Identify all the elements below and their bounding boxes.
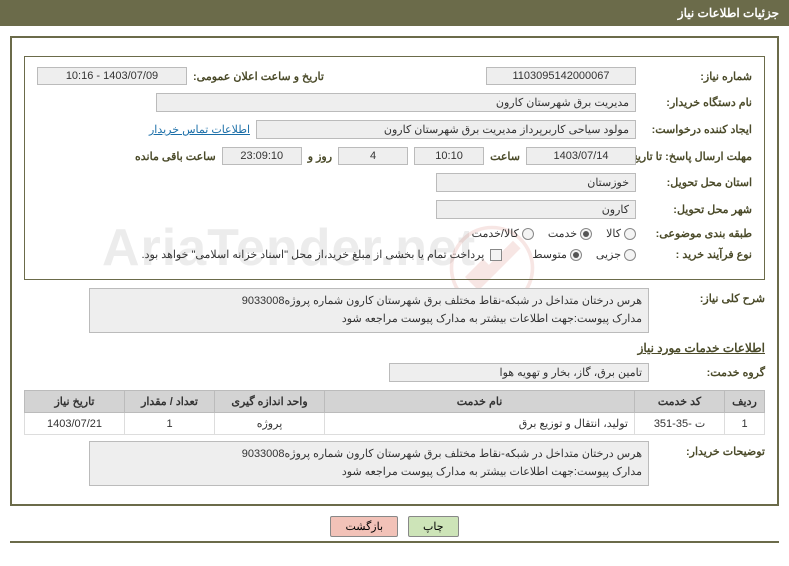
purchase-type-radio-group: جزیی متوسط <box>532 248 636 261</box>
deadline-days-label: روز و <box>308 150 332 163</box>
th-date: تاریخ نیاز <box>25 391 125 413</box>
purchase-type-label: نوع فرآیند خرید : <box>642 248 752 261</box>
buyer-org-label: نام دستگاه خریدار: <box>642 96 752 109</box>
buyer-notes-label: توضیحات خریدار: <box>655 441 765 458</box>
service-group-label: گروه خدمت: <box>655 366 765 379</box>
announce-date-label: تاریخ و ساعت اعلان عمومی: <box>193 70 324 83</box>
purchase-option-medium[interactable]: متوسط <box>532 248 582 261</box>
th-unit: واحد اندازه گیری <box>215 391 325 413</box>
th-name: نام خدمت <box>325 391 635 413</box>
page-title: جزئیات اطلاعات نیاز <box>0 0 789 26</box>
category-option-goods[interactable]: کالا <box>606 227 636 240</box>
treasury-note: پرداخت تمام یا بخشی از مبلغ خرید،از محل … <box>142 248 485 261</box>
deadline-days: 4 <box>338 147 408 165</box>
service-info-heading: اطلاعات خدمات مورد نیاز <box>24 341 765 355</box>
radio-icon <box>624 249 636 261</box>
category-option-both[interactable]: کالا/خدمت <box>472 227 534 240</box>
radio-icon <box>624 228 636 240</box>
description-label: شرح کلی نیاز: <box>655 288 765 305</box>
action-buttons: چاپ بازگشت <box>0 516 789 537</box>
table-row: 1 ت -35-351 تولید، انتقال و توزیع برق پر… <box>25 413 765 435</box>
print-button[interactable]: چاپ <box>408 516 459 537</box>
deadline-hours: 23:09:10 <box>222 147 302 165</box>
buyer-notes-value: هرس درختان متداخل در شبکه-نقاط مختلف برق… <box>89 441 649 486</box>
cell-qty: 1 <box>125 413 215 435</box>
cell-unit: پروژه <box>215 413 325 435</box>
category-option-label: خدمت <box>548 227 577 240</box>
service-group-value: تامین برق، گاز، بخار و تهویه هوا <box>389 363 649 382</box>
contact-info-link[interactable]: اطلاعات تماس خریدار <box>149 123 250 136</box>
deadline-date: 1403/07/14 <box>526 147 636 165</box>
cell-date: 1403/07/21 <box>25 413 125 435</box>
purchase-option-minor[interactable]: جزیی <box>596 248 636 261</box>
requester-label: ایجاد کننده درخواست: <box>642 123 752 136</box>
deadline-time-label: ساعت <box>490 150 520 163</box>
services-table: ردیف کد خدمت نام خدمت واحد اندازه گیری ت… <box>24 390 765 435</box>
th-index: ردیف <box>725 391 765 413</box>
deadline-remain-label: ساعت باقی مانده <box>135 150 216 163</box>
purchase-option-label: متوسط <box>532 248 567 261</box>
treasury-checkbox[interactable] <box>490 249 502 261</box>
table-header-row: ردیف کد خدمت نام خدمت واحد اندازه گیری ت… <box>25 391 765 413</box>
radio-icon <box>580 228 592 240</box>
category-option-label: کالا/خدمت <box>472 227 519 240</box>
cell-index: 1 <box>725 413 765 435</box>
city-value: کارون <box>436 200 636 219</box>
category-label: طبقه بندی موضوعی: <box>642 227 752 240</box>
top-fields-section: شماره نیاز: 1103095142000067 تاریخ و ساع… <box>24 56 765 280</box>
bottom-divider <box>10 541 779 543</box>
requester-value: مولود سیاحی کاربرپرداز مدیریت برق شهرستا… <box>256 120 636 139</box>
deadline-time: 10:10 <box>414 147 484 165</box>
th-qty: تعداد / مقدار <box>125 391 215 413</box>
announce-date-value: 1403/07/09 - 10:16 <box>37 67 187 85</box>
main-panel: AriaTender.net شماره نیاز: 1103095142000… <box>10 36 779 506</box>
category-option-service[interactable]: خدمت <box>548 227 592 240</box>
buyer-org-value: مدیریت برق شهرستان کارون <box>156 93 636 112</box>
radio-icon <box>522 228 534 240</box>
province-value: خوزستان <box>436 173 636 192</box>
th-code: کد خدمت <box>635 391 725 413</box>
radio-icon <box>570 249 582 261</box>
back-button[interactable]: بازگشت <box>330 516 398 537</box>
need-number-value: 1103095142000067 <box>486 67 636 85</box>
category-radio-group: کالا خدمت کالا/خدمت <box>472 227 636 240</box>
cell-name: تولید، انتقال و توزیع برق <box>325 413 635 435</box>
city-label: شهر محل تحویل: <box>642 203 752 216</box>
cell-code: ت -35-351 <box>635 413 725 435</box>
need-number-label: شماره نیاز: <box>642 70 752 83</box>
category-option-label: کالا <box>606 227 621 240</box>
province-label: استان محل تحویل: <box>642 176 752 189</box>
purchase-option-label: جزیی <box>596 248 621 261</box>
description-value: هرس درختان متداخل در شبکه-نقاط مختلف برق… <box>89 288 649 333</box>
deadline-label: مهلت ارسال پاسخ: تا تاریخ: <box>642 150 752 163</box>
